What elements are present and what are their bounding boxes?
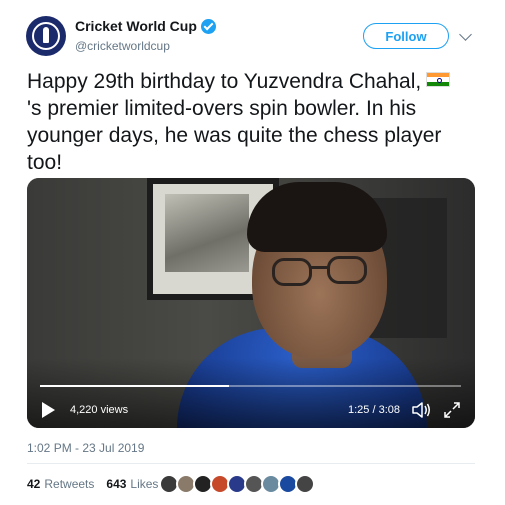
retweets-count: 42 bbox=[27, 477, 41, 491]
india-flag-icon bbox=[426, 72, 451, 87]
avatar[interactable] bbox=[26, 16, 66, 56]
tweet-timestamp[interactable]: 1:02 PM - 23 Jul 2019 bbox=[27, 441, 144, 455]
fullscreen-icon[interactable] bbox=[443, 401, 461, 419]
tweet-text: Happy 29th birthday to Yuzvendra Chahal,… bbox=[27, 68, 477, 176]
video-progress-bar[interactable] bbox=[40, 385, 461, 387]
video-person-glasses-left bbox=[272, 258, 312, 286]
video-player[interactable]: 4,220 views 1:25 / 3:08 bbox=[27, 178, 475, 428]
liker-avatar[interactable] bbox=[295, 474, 315, 494]
video-view-count: 4,220 views bbox=[70, 404, 129, 416]
account-name-row: Cricket World Cup bbox=[75, 18, 216, 34]
video-person-glasses-right bbox=[327, 256, 367, 284]
tweet-text-part2: 's premier limited-overs spin bowler. In… bbox=[27, 97, 442, 174]
verified-badge-icon bbox=[200, 18, 216, 34]
chevron-down-icon[interactable] bbox=[459, 28, 472, 41]
retweets-stat[interactable]: 42 Retweets bbox=[27, 477, 94, 491]
video-frame-picture-inner bbox=[165, 194, 249, 272]
video-time: 1:25 / 3:08 bbox=[348, 404, 400, 416]
volume-icon[interactable] bbox=[411, 401, 431, 419]
retweets-label: Retweets bbox=[44, 477, 95, 491]
likes-count: 643 bbox=[106, 477, 127, 491]
video-controls-shade bbox=[27, 358, 475, 428]
tweet-stats: 42 Retweets 643 Likes bbox=[27, 477, 170, 491]
tweet-card: Cricket World Cup @cricketworldcup Follo… bbox=[0, 0, 505, 505]
trophy-icon bbox=[43, 27, 49, 43]
likes-label: Likes bbox=[130, 477, 159, 491]
likes-stat[interactable]: 643 Likes bbox=[106, 477, 158, 491]
follow-button[interactable]: Follow bbox=[363, 23, 449, 49]
display-name[interactable]: Cricket World Cup bbox=[75, 18, 197, 34]
video-person-hair bbox=[247, 182, 387, 252]
play-icon[interactable] bbox=[42, 402, 55, 418]
video-progress-fill bbox=[40, 385, 230, 387]
video-person-glasses-bridge bbox=[310, 266, 329, 269]
liker-avatars bbox=[159, 474, 315, 494]
tweet-text-part1: Happy 29th birthday to Yuzvendra Chahal, bbox=[27, 70, 422, 93]
divider bbox=[27, 463, 475, 464]
account-handle[interactable]: @cricketworldcup bbox=[75, 39, 170, 53]
